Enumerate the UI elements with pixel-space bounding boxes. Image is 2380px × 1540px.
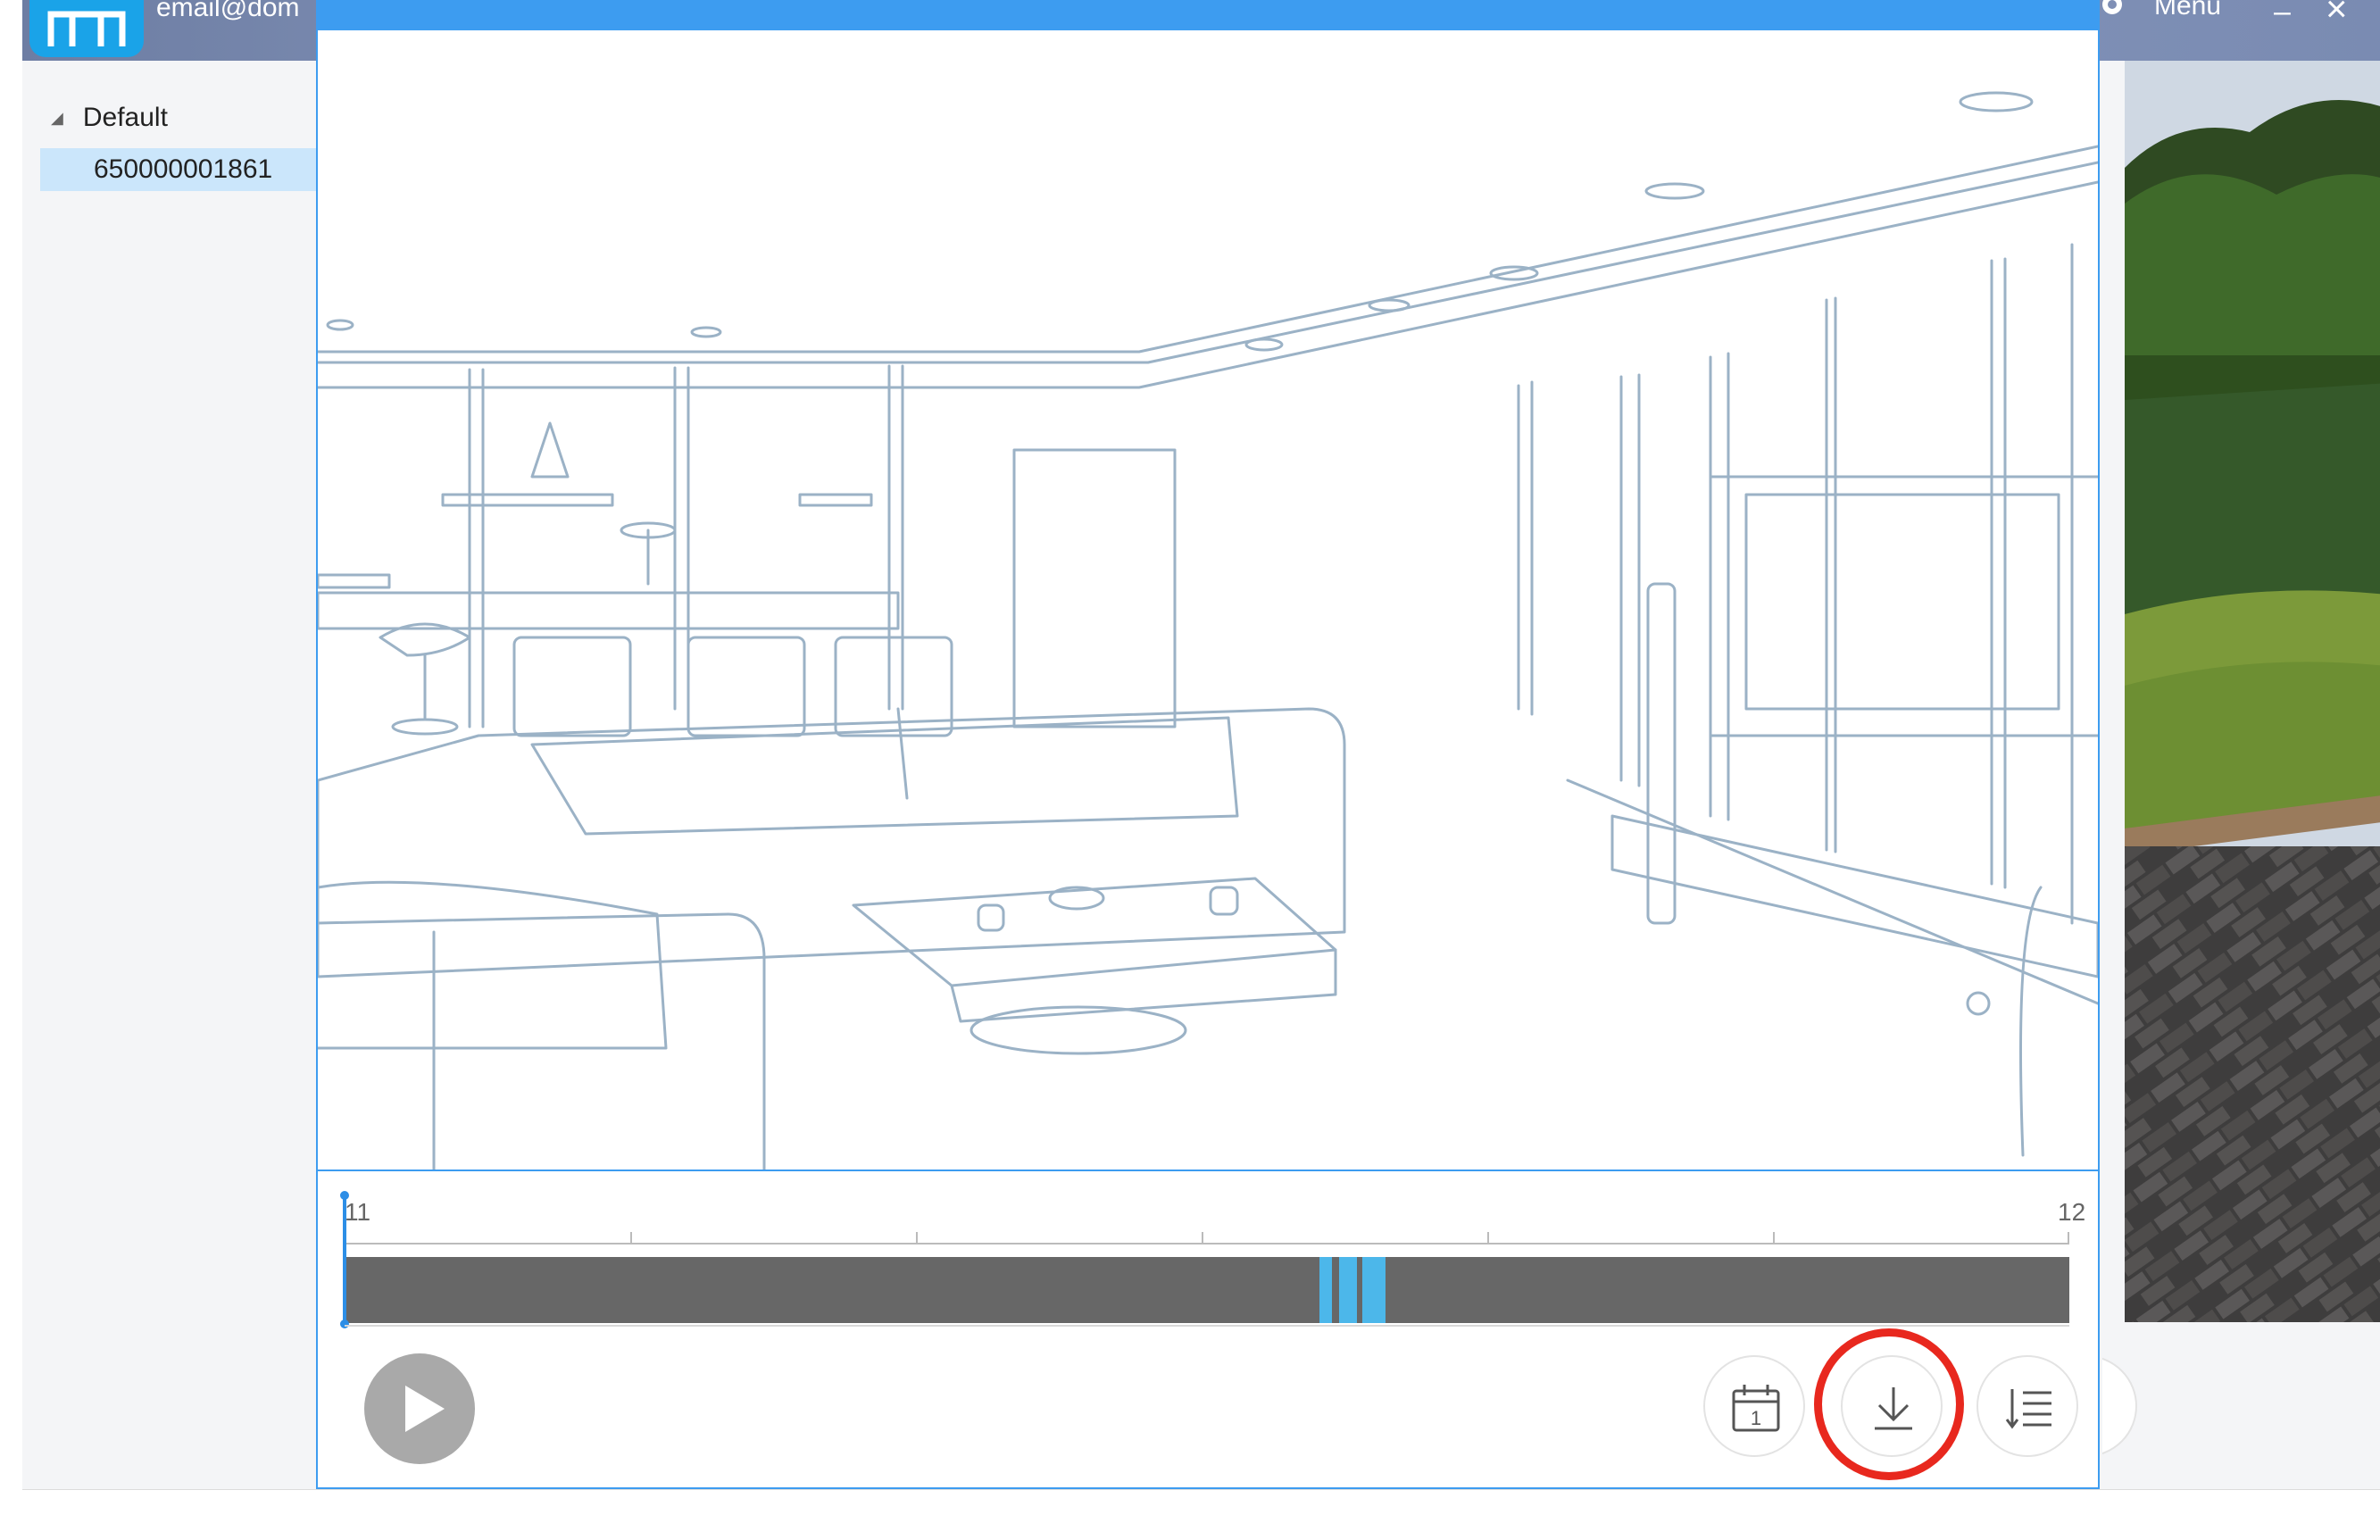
partial-control-button [2102,1355,2138,1457]
tree-device-label: 650000001861 [94,154,273,184]
timeline-divider [345,1325,2069,1327]
settings-icon[interactable] [2099,0,2126,22]
tree-group-default[interactable]: ◢ Default [51,102,168,134]
tree-group-label: Default [82,103,168,132]
minimize-icon[interactable]: – [2274,0,2291,29]
recording-segment[interactable] [1339,1257,1357,1323]
collapse-arrow-icon[interactable]: ◢ [51,109,63,128]
playback-timeline[interactable]: 11 12 [318,1171,2098,1334]
dialog-title-bar[interactable] [318,0,2098,30]
timeline-playhead[interactable] [340,1191,349,1328]
app-logo [29,0,144,57]
download-highlight-circle [1814,1328,1964,1480]
play-button[interactable] [364,1353,475,1464]
calendar-day: 1 [1751,1407,1761,1429]
recording-segment[interactable] [1362,1257,1386,1323]
timeline-track[interactable] [345,1257,2069,1323]
menu-button[interactable]: Menu [2154,0,2221,21]
playback-dialog: 11 12 1 [316,0,2100,1489]
user-email[interactable]: email@dom [156,0,300,23]
camera-feed-garden [2125,61,2380,1322]
tree-item-device[interactable]: 650000001861 [40,148,317,191]
timeline-start-label: 11 [345,1198,371,1226]
close-icon[interactable]: × [2326,0,2348,30]
timeline-end-label: 12 [2058,1198,2086,1226]
calendar-button[interactable]: 1 [1703,1355,1805,1457]
recording-segment[interactable] [1319,1257,1332,1323]
timeline-ruler [345,1232,2069,1244]
list-button[interactable] [1976,1355,2078,1457]
video-playback-area[interactable] [318,30,2098,1171]
